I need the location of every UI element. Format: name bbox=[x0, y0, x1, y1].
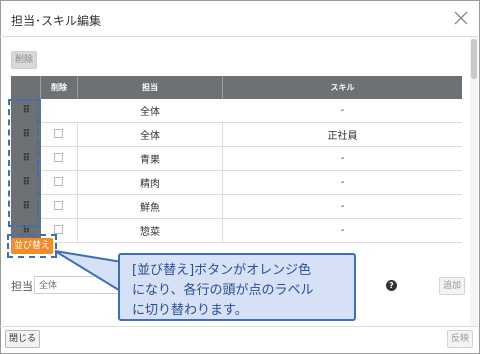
skill-cell: - bbox=[222, 146, 462, 171]
callout-line-1: [並び替え]ボタンがオレンジ色 bbox=[132, 263, 312, 278]
charge-select[interactable]: 全体 bbox=[34, 276, 124, 294]
row-checkbox-cell[interactable] bbox=[40, 194, 78, 219]
skill-column-header: スキル bbox=[222, 76, 462, 99]
row-checkbox[interactable] bbox=[54, 176, 64, 186]
close-button[interactable]: 閉じる bbox=[5, 330, 41, 348]
table-row: ⠿ 惣菜 - bbox=[11, 218, 462, 243]
row-checkbox[interactable] bbox=[54, 128, 64, 138]
scrollbar[interactable] bbox=[470, 37, 478, 327]
charge-cell: 全体 bbox=[77, 99, 223, 123]
close-icon[interactable] bbox=[453, 10, 469, 26]
table-row: ⠿ 鮮魚 - bbox=[11, 194, 462, 219]
charge-cell: 惣菜 bbox=[77, 218, 223, 243]
skill-cell: - bbox=[222, 194, 462, 219]
skill-cell: - bbox=[222, 99, 462, 123]
row-checkbox[interactable] bbox=[54, 224, 64, 234]
table-header-row: 削除 担当 スキル bbox=[11, 76, 462, 99]
table-row: ⠿ 精肉 - bbox=[11, 170, 462, 195]
table-row: ⠿ 全体 - bbox=[11, 99, 462, 123]
skill-cell: - bbox=[222, 218, 462, 243]
row-checkbox-cell[interactable] bbox=[40, 170, 78, 195]
help-icon[interactable]: ? bbox=[386, 280, 397, 291]
scrollbar-thumb[interactable] bbox=[471, 39, 477, 79]
table-row: ⠿ 全体 正社員 bbox=[11, 122, 462, 147]
dialog-title: 担当･スキル編集 bbox=[11, 14, 102, 28]
add-button[interactable]: 追加 bbox=[439, 277, 466, 295]
row-checkbox[interactable] bbox=[54, 200, 64, 210]
apply-button[interactable]: 反映 bbox=[447, 330, 474, 348]
delete-column-header: 削除 bbox=[40, 76, 78, 99]
assignment-table: 削除 担当 スキル ⠿ 全体 - ⠿ 全体 正社員 ⠿ 青果 - ⠿ 精肉 - bbox=[11, 76, 462, 243]
title-divider bbox=[0, 36, 478, 37]
skill-cell: 正社員 bbox=[222, 122, 462, 147]
charge-label: 担当 bbox=[11, 280, 33, 293]
callout-line-3: に切り替わります。 bbox=[132, 303, 248, 318]
charge-cell: 鮮魚 bbox=[77, 194, 223, 219]
charge-cell: 全体 bbox=[77, 122, 223, 147]
skill-cell: - bbox=[222, 170, 462, 195]
handle-highlight-box bbox=[8, 99, 39, 227]
row-checkbox[interactable] bbox=[54, 152, 64, 162]
charge-cell: 精肉 bbox=[77, 170, 223, 195]
delete-button[interactable]: 削除 bbox=[11, 51, 38, 69]
footer-divider bbox=[0, 326, 478, 327]
callout-line-2: になり、各行の頭が点のラベル bbox=[132, 283, 314, 298]
handle-header bbox=[11, 76, 41, 99]
table-row: ⠿ 青果 - bbox=[11, 146, 462, 171]
row-checkbox-cell[interactable] bbox=[40, 146, 78, 171]
row-checkbox-cell[interactable] bbox=[40, 122, 78, 147]
annotation-callout: [並び替え]ボタンがオレンジ色 になり、各行の頭が点のラベル に切り替わります。 bbox=[118, 253, 356, 321]
charge-column-header: 担当 bbox=[77, 76, 223, 99]
row-checkbox-cell bbox=[40, 99, 78, 123]
sort-button-highlight-box bbox=[7, 234, 57, 258]
charge-cell: 青果 bbox=[77, 146, 223, 171]
